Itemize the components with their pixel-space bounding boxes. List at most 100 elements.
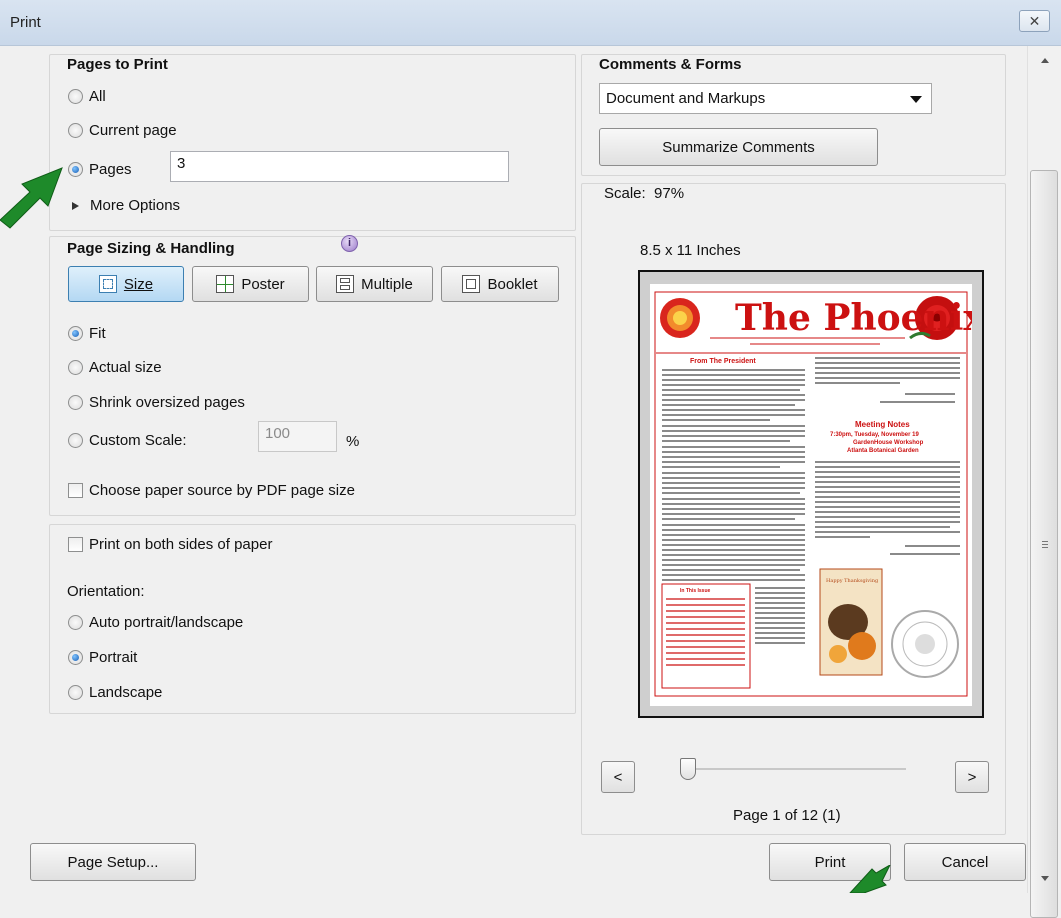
radio-auto-orientation-label: Auto portrait/landscape <box>89 614 244 631</box>
custom-scale-input[interactable]: 100 <box>258 421 337 452</box>
pages-input[interactable]: 3 <box>170 151 509 182</box>
radio-custom-scale-label: Custom Scale: <box>89 432 187 449</box>
both-sides-checkbox[interactable]: Print on both sides of paper <box>68 536 272 553</box>
radio-landscape[interactable]: Landscape <box>68 684 162 701</box>
radio-landscape-label: Landscape <box>89 684 163 701</box>
newsletter-title: The Phoenix <box>735 297 972 339</box>
chevron-left-icon: < <box>613 768 623 786</box>
radio-custom-scale-button[interactable] <box>68 433 83 448</box>
grip-line-icon <box>1042 547 1048 548</box>
tab-poster-label: Poster <box>241 275 285 293</box>
radio-portrait-button[interactable] <box>68 650 83 665</box>
info-icon-glyph: i <box>347 237 352 249</box>
vertical-scrollbar[interactable] <box>1027 46 1061 918</box>
prev-page-button[interactable]: < <box>601 761 635 793</box>
tab-multiple[interactable]: Multiple <box>316 266 433 302</box>
scroll-down-arrow-icon[interactable] <box>1041 876 1049 881</box>
cancel-label: Cancel <box>941 853 989 871</box>
tab-multiple-label: Multiple <box>361 275 413 293</box>
paper-source-checkbox-box[interactable] <box>68 483 83 498</box>
meeting-heading: Meeting Notes <box>855 420 910 429</box>
meeting-subheading: 7:30pm, Tuesday, November 19 <box>830 432 919 438</box>
radio-portrait-label: Portrait <box>89 649 138 666</box>
both-sides-label: Print on both sides of paper <box>89 536 273 553</box>
page-slider[interactable] <box>680 758 906 780</box>
radio-fit-button[interactable] <box>68 326 83 341</box>
orientation-label: Orientation: <box>67 583 145 600</box>
tab-booklet-label: Booklet <box>487 275 538 293</box>
paper-size-label: 8.5 x 11 Inches <box>640 242 741 259</box>
chevron-down-icon <box>910 96 922 103</box>
radio-current-page-button[interactable] <box>68 123 83 138</box>
comments-dropdown[interactable]: Document and Markups <box>599 83 932 114</box>
page-sizing-heading: Page Sizing & Handling <box>67 240 235 257</box>
thanksgiving-text: Happy Thanksgiving <box>826 578 879 584</box>
multiple-icon <box>336 275 355 293</box>
tab-size-label: Size <box>123 275 154 293</box>
paper-source-label: Choose paper source by PDF page size <box>89 482 355 499</box>
radio-current-page[interactable]: Current page <box>68 122 177 139</box>
scroll-up-arrow-icon[interactable] <box>1041 58 1049 63</box>
cancel-button[interactable]: Cancel <box>904 843 1026 881</box>
radio-shrink[interactable]: Shrink oversized pages <box>68 394 245 411</box>
percent-label: % <box>346 433 360 450</box>
scale-readout: Scale: 97% <box>604 185 685 202</box>
more-options-label: More Options <box>90 197 181 214</box>
comments-heading: Comments & Forms <box>599 56 742 73</box>
radio-auto-orientation-button[interactable] <box>68 615 83 630</box>
scrollbar-thumb[interactable] <box>1030 170 1058 918</box>
both-sides-checkbox-box[interactable] <box>68 537 83 552</box>
summarize-comments-button[interactable]: Summarize Comments <box>599 128 878 166</box>
expand-triangle-icon <box>72 201 79 210</box>
booklet-icon <box>462 275 481 293</box>
radio-actual-size-label: Actual size <box>89 359 162 376</box>
slider-thumb[interactable] <box>680 758 696 780</box>
meeting-place-2: Atlanta Botanical Garden <box>847 448 919 454</box>
newsletter-thumbnail: The Phoenix From The President Meeting N… <box>654 291 985 697</box>
grip-line-icon <box>1042 541 1048 542</box>
window-title: Print <box>10 14 41 31</box>
close-icon: ✕ <box>1028 12 1041 29</box>
page-preview: The Phoenix From The President Meeting N… <box>638 270 985 718</box>
pages-to-print-heading: Pages to Print <box>67 56 168 73</box>
radio-all-button[interactable] <box>68 89 83 104</box>
radio-actual-size-button[interactable] <box>68 360 83 375</box>
grip-line-icon <box>1042 544 1048 545</box>
radio-fit-label: Fit <box>89 325 106 342</box>
radio-shrink-button[interactable] <box>68 395 83 410</box>
radio-portrait[interactable]: Portrait <box>68 649 137 666</box>
poster-icon <box>216 275 235 293</box>
info-icon[interactable]: i <box>341 235 358 252</box>
comments-dropdown-value: Document and Markups <box>606 90 766 107</box>
radio-shrink-label: Shrink oversized pages <box>89 394 245 411</box>
radio-pages[interactable]: Pages <box>68 161 132 178</box>
radio-landscape-button[interactable] <box>68 685 83 700</box>
radio-current-page-label: Current page <box>89 122 177 139</box>
chevron-right-icon: > <box>967 768 977 786</box>
summarize-comments-label: Summarize Comments <box>662 138 815 156</box>
tab-poster[interactable]: Poster <box>192 266 309 302</box>
paper-source-checkbox[interactable]: Choose paper source by PDF page size <box>68 482 355 499</box>
more-options-toggle[interactable]: More Options <box>72 197 180 214</box>
page-setup-label: Page Setup... <box>67 853 159 871</box>
next-page-button[interactable]: > <box>955 761 989 793</box>
in-this-issue-heading: In This Issue <box>680 588 711 594</box>
annotation-arrow-icon <box>849 865 891 893</box>
radio-all[interactable]: All <box>68 88 106 105</box>
radio-auto-orientation[interactable]: Auto portrait/landscape <box>68 614 243 631</box>
radio-fit[interactable]: Fit <box>68 325 106 342</box>
radio-pages-label: Pages <box>89 161 132 178</box>
radio-pages-button[interactable] <box>68 162 83 177</box>
meeting-place: GardenHouse Workshop <box>853 440 924 446</box>
annotation-arrow-icon <box>0 167 63 229</box>
tab-size[interactable]: Size <box>68 266 184 302</box>
preview-page: The Phoenix From The President Meeting N… <box>650 284 985 706</box>
close-button[interactable]: ✕ <box>1019 10 1050 32</box>
size-icon <box>98 275 117 293</box>
radio-actual-size[interactable]: Actual size <box>68 359 162 376</box>
page-indicator: Page 1 of 12 (1) <box>733 807 841 824</box>
print-label: Print <box>814 853 846 871</box>
page-setup-button[interactable]: Page Setup... <box>30 843 196 881</box>
tab-booklet[interactable]: Booklet <box>441 266 559 302</box>
radio-custom-scale[interactable]: Custom Scale: <box>68 432 187 449</box>
